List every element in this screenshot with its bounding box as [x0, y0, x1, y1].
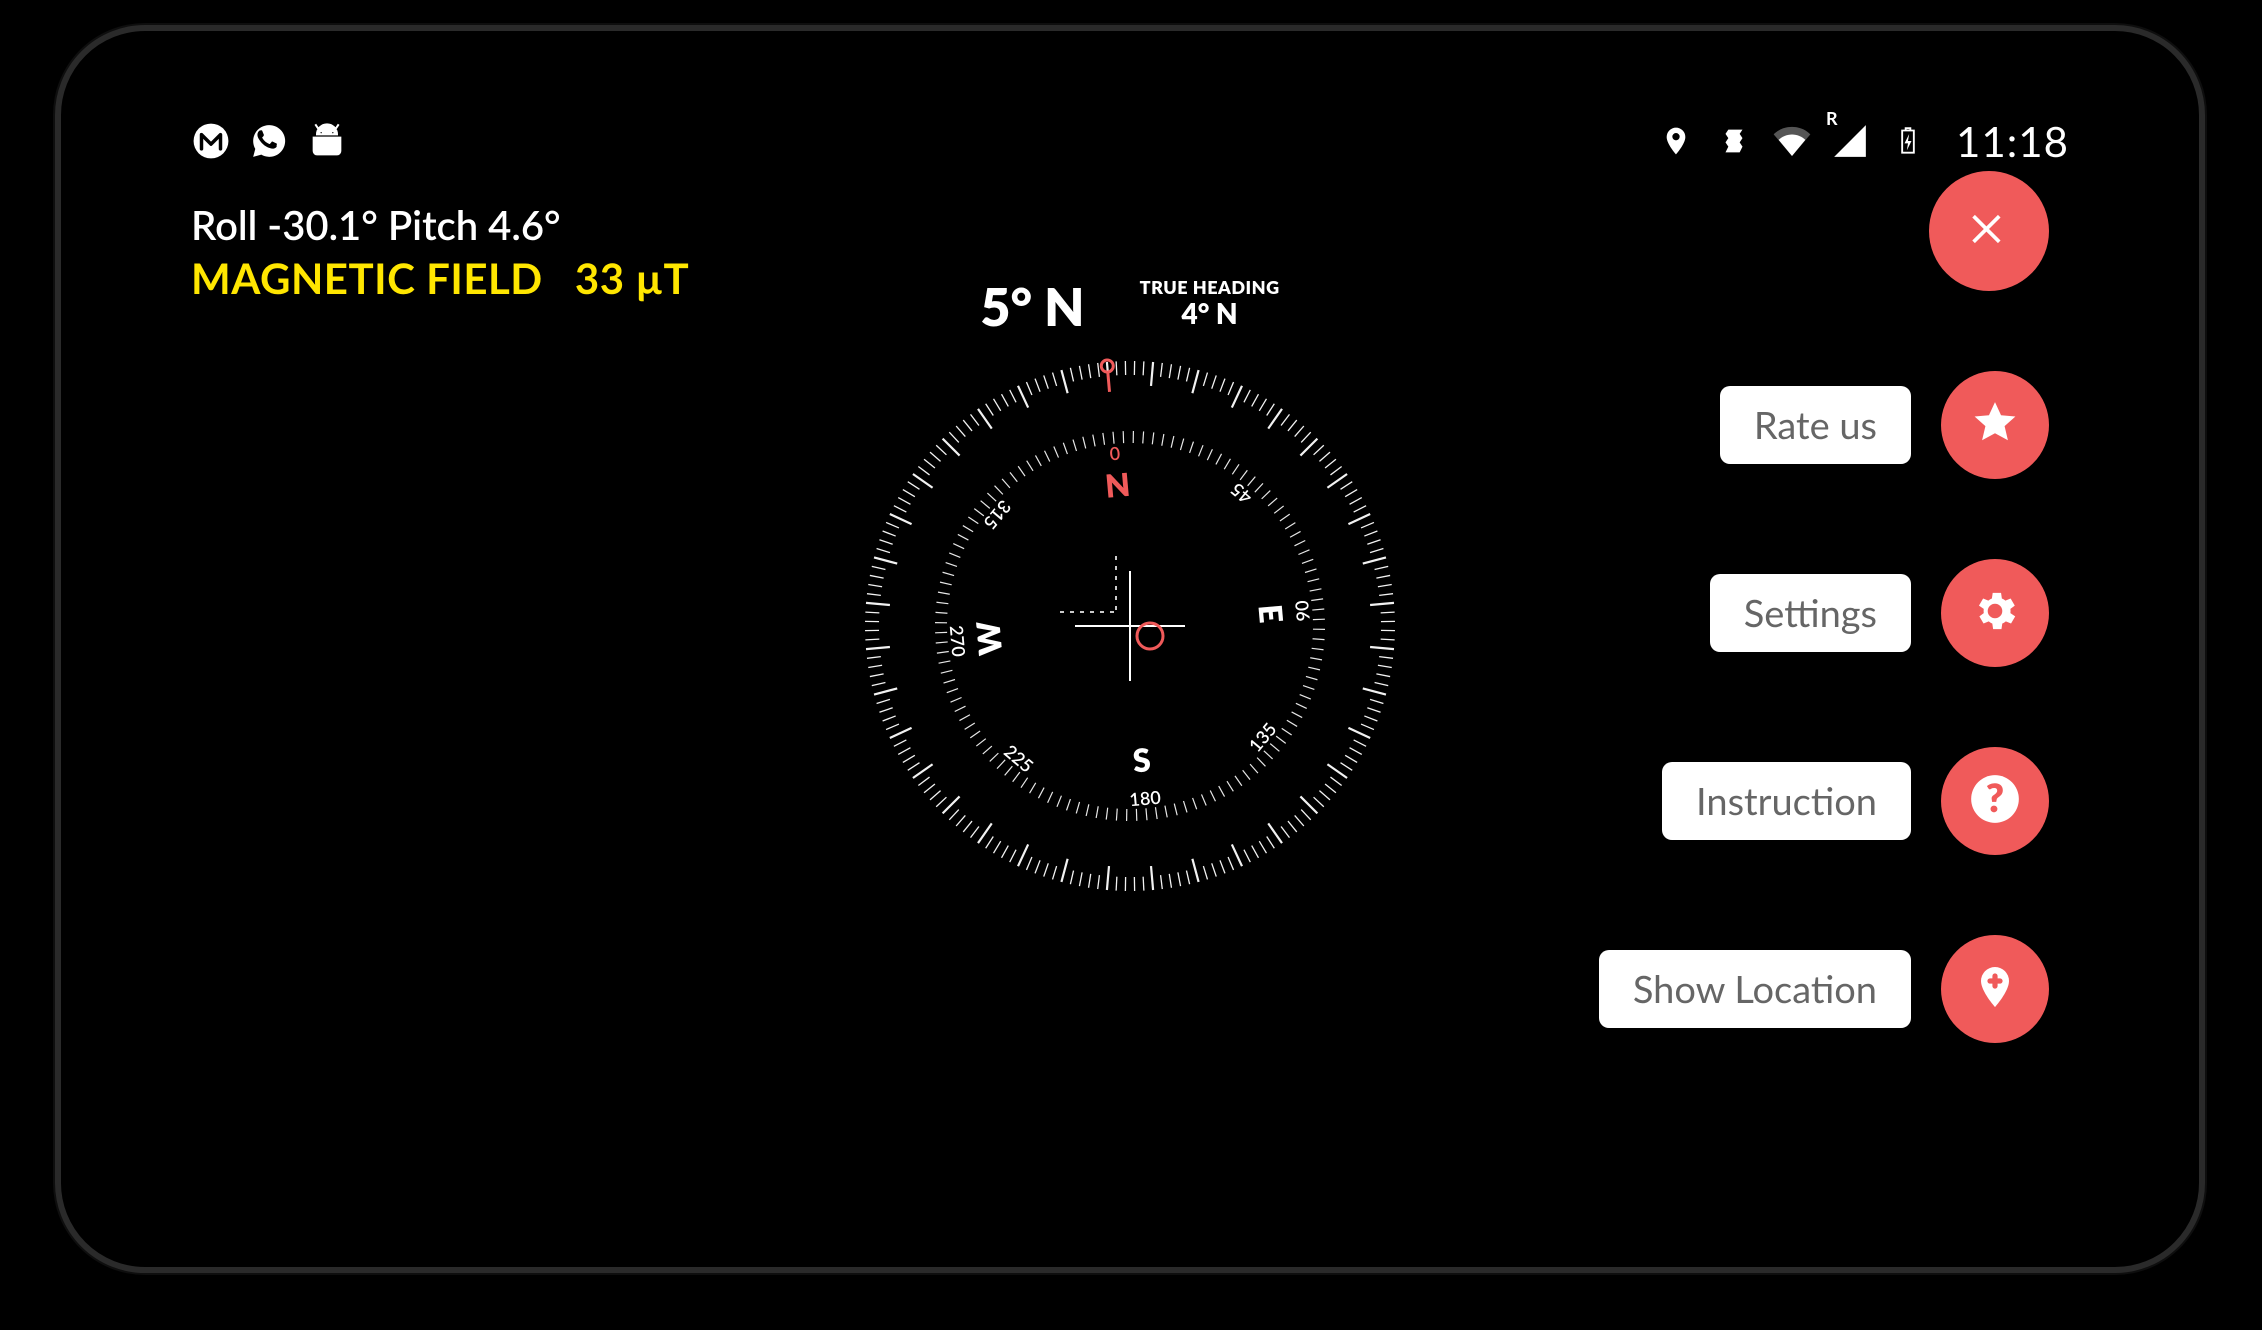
svg-text:N: N — [1104, 464, 1132, 505]
help-icon: ? — [1969, 773, 2021, 829]
status-bar-left — [191, 121, 347, 161]
close-icon — [1967, 207, 2011, 255]
svg-text:S: S — [1131, 739, 1152, 779]
svg-text:45: 45 — [1226, 479, 1256, 509]
orientation-readouts: Roll -30.1° Pitch 4.6° MAGNETIC FIELD 33… — [191, 201, 689, 303]
roll-value: -30.1° — [267, 201, 378, 249]
roaming-indicator: R — [1826, 107, 1838, 129]
rate-us-button[interactable] — [1941, 371, 2049, 479]
settings-button[interactable] — [1941, 559, 2049, 667]
true-heading-block: TRUE HEADING 4° N — [1140, 276, 1280, 330]
status-bar: R 11:18 — [191, 116, 2069, 166]
show-location-button[interactable] — [1941, 935, 2049, 1043]
star-icon — [1970, 398, 2020, 452]
cellular-signal-icon: R — [1830, 121, 1870, 161]
heading-block: 5° N TRUE HEADING 4° N — [980, 276, 1279, 338]
screen: R 11:18 Roll -30.1° Pitch 4.6° MAGNETIC — [131, 71, 2129, 1227]
svg-text:0: 0 — [1109, 443, 1121, 466]
wifi-icon — [1772, 121, 1812, 161]
svg-text:?: ? — [1986, 775, 2004, 821]
notification-app-m-icon — [191, 121, 231, 161]
magnetic-field-line: MAGNETIC FIELD 33 µT — [191, 253, 689, 303]
fab-column: Rate us Settings Instruction — [1599, 171, 2049, 1043]
status-bar-right: R 11:18 — [1656, 116, 2069, 166]
compass-dial[interactable]: 0 45 90 135 180 225 270 315 N E S W — [850, 346, 1410, 906]
svg-text:180: 180 — [1128, 786, 1161, 811]
svg-text:315: 315 — [979, 496, 1016, 534]
instruction-label[interactable]: Instruction — [1662, 762, 1911, 840]
svg-text:E: E — [1251, 603, 1291, 625]
roll-pitch-line: Roll -30.1° Pitch 4.6° — [191, 201, 689, 249]
magnetic-field-label: MAGNETIC FIELD — [191, 253, 543, 303]
magnetic-field-value: 33 µT — [575, 253, 689, 303]
svg-text:135: 135 — [1244, 718, 1281, 756]
gear-icon — [1970, 586, 2020, 640]
roll-label: Roll — [191, 201, 257, 249]
pitch-value: 4.6° — [488, 201, 560, 249]
heading-main: 5° N — [980, 276, 1084, 338]
battery-charging-icon — [1888, 121, 1928, 161]
device-frame: R 11:18 Roll -30.1° Pitch 4.6° MAGNETIC — [55, 25, 2205, 1273]
true-heading-label: TRUE HEADING — [1140, 276, 1280, 298]
svg-text:90: 90 — [1290, 600, 1314, 623]
show-location-label[interactable]: Show Location — [1599, 950, 1911, 1028]
rate-us-label[interactable]: Rate us — [1720, 386, 1911, 464]
true-heading-value: 4° N — [1140, 296, 1280, 330]
status-clock: 11:18 — [1956, 116, 2069, 166]
instruction-button[interactable]: ? — [1941, 747, 2049, 855]
android-robot-icon — [307, 121, 347, 161]
svg-text:270: 270 — [946, 624, 971, 657]
close-button[interactable] — [1929, 171, 2049, 291]
svg-text:225: 225 — [1000, 740, 1038, 777]
whatsapp-icon — [249, 121, 289, 161]
svg-text:W: W — [967, 619, 1009, 657]
location-icon — [1656, 121, 1696, 161]
location-add-icon — [1971, 963, 2019, 1015]
settings-label[interactable]: Settings — [1710, 574, 1911, 652]
pitch-label: Pitch — [388, 201, 478, 249]
vibrate-icon — [1714, 121, 1754, 161]
